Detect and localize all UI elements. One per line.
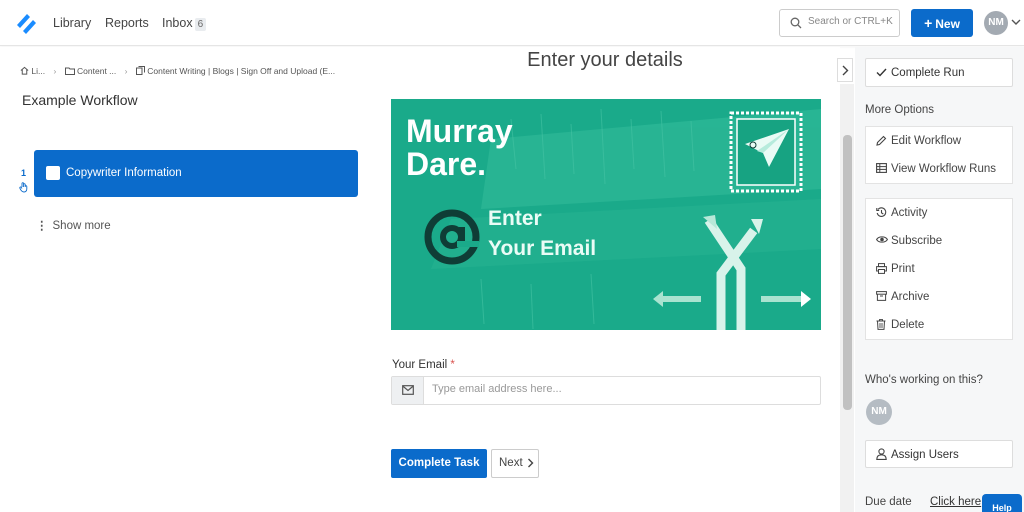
due-date-link[interactable]: Click here (930, 496, 981, 508)
vertical-dots-icon: ⋮ (36, 220, 48, 232)
options-group-actions: Activity Subscribe Print Archive Delete (865, 198, 1013, 340)
folder-icon (64, 67, 75, 75)
chevron-down-icon[interactable] (1011, 19, 1021, 26)
left-panel: Li... › Content ... › Content Writing | … (0, 47, 370, 512)
complete-run-button[interactable]: Complete Run (865, 58, 1013, 87)
chevron-right-icon (842, 65, 849, 76)
next-button-label: Next (499, 457, 523, 469)
table-icon (876, 163, 887, 173)
email-input[interactable] (432, 383, 812, 395)
inbox-label: Inbox (162, 16, 193, 30)
new-button-label: New (935, 17, 960, 31)
options-group-workflow: Edit Workflow View Workflow Runs (865, 126, 1013, 184)
help-button[interactable]: Help (982, 494, 1022, 512)
eye-icon (876, 236, 888, 243)
home-icon[interactable] (20, 66, 29, 75)
who-working-heading: Who's working on this? (865, 374, 983, 386)
chevron-right-icon: › (124, 65, 128, 76)
scrollbar-thumb[interactable] (843, 135, 852, 410)
pencil-icon (876, 135, 887, 146)
breadcrumb-item[interactable]: Content ... (77, 66, 116, 76)
delete-label: Delete (891, 319, 925, 331)
breadcrumb-item[interactable]: Li... (31, 66, 45, 76)
archive-option[interactable]: Archive (866, 283, 1012, 311)
top-navbar: Library Reports Inbox6 +New NM (0, 0, 1024, 46)
email-icon-box (392, 377, 424, 404)
task-form: Enter your details Murray Dare. Enter Yo… (370, 47, 840, 512)
edit-workflow-option[interactable]: Edit Workflow (866, 127, 1012, 155)
archive-label: Archive (891, 291, 930, 303)
view-workflow-runs-label: View Workflow Runs (891, 163, 997, 175)
complete-run-label: Complete Run (891, 67, 965, 79)
print-option[interactable]: Print (866, 255, 1012, 283)
search-icon (790, 17, 802, 29)
chevron-right-icon: › (53, 65, 57, 76)
activity-option[interactable]: Activity (866, 199, 1012, 227)
breadcrumb: Li... › Content ... › Content Writing | … (20, 65, 335, 76)
print-label: Print (891, 263, 915, 275)
assign-users-label: Assign Users (891, 449, 959, 461)
banner-cta-line1: Enter (488, 207, 542, 230)
right-sidebar: Complete Run More Options Edit Workflow … (855, 47, 1024, 512)
assignee-avatar[interactable]: NM (866, 399, 892, 425)
task-label: Copywriter Information (66, 167, 182, 179)
more-options-heading: More Options (865, 104, 935, 116)
task-checkbox[interactable] (46, 166, 60, 180)
user-icon (876, 448, 887, 460)
nav-reports-link[interactable]: Reports (105, 16, 149, 30)
history-icon (876, 207, 887, 217)
nav-inbox-link[interactable]: Inbox 6 (162, 16, 207, 31)
trash-icon (876, 319, 886, 330)
inbox-count-badge: 6 (194, 18, 207, 31)
workflow-title: Example Workflow (22, 92, 138, 108)
email-field-label: Your Email * (392, 359, 455, 371)
plus-icon: + (924, 15, 933, 31)
email-field[interactable] (391, 376, 821, 405)
collapse-sidebar-button[interactable] (837, 58, 853, 82)
subscribe-option[interactable]: Subscribe (866, 227, 1012, 255)
chevron-right-icon (527, 458, 534, 468)
printer-icon (876, 263, 887, 274)
required-asterisk: * (450, 359, 455, 371)
subscribe-label: Subscribe (891, 235, 943, 247)
breadcrumb-item[interactable]: Content Writing | Blogs | Sign Off and U… (147, 66, 335, 76)
user-avatar[interactable]: NM (984, 11, 1008, 35)
banner-title-line1: Murray (406, 113, 513, 149)
email-banner-image: Murray Dare. Enter Your Email (391, 99, 821, 330)
page-heading: Enter your details (527, 49, 683, 71)
email-label-text: Your Email (392, 359, 448, 371)
show-more-link[interactable]: ⋮ Show more (36, 218, 111, 232)
check-icon (876, 68, 887, 77)
nav-library-link[interactable]: Library (53, 16, 91, 30)
due-date-label: Due date (865, 496, 912, 508)
banner-cta-line2: Your Email (488, 237, 597, 260)
complete-task-button[interactable]: Complete Task (391, 449, 487, 478)
archive-icon (876, 291, 887, 301)
assign-users-button[interactable]: Assign Users (865, 440, 1013, 468)
show-more-label: Show more (52, 220, 111, 232)
search-input[interactable] (808, 16, 898, 27)
copy-icon (135, 66, 145, 76)
task-item-copywriter-information[interactable]: Copywriter Information (34, 150, 358, 197)
task-number: 1 (21, 168, 27, 178)
banner-title-line2: Dare. (406, 146, 487, 182)
delete-option[interactable]: Delete (866, 311, 1012, 339)
activity-label: Activity (891, 207, 928, 219)
drag-hand-icon[interactable] (19, 182, 28, 193)
next-button[interactable]: Next (491, 449, 539, 478)
new-button[interactable]: + New (911, 9, 973, 37)
envelope-icon (402, 385, 414, 395)
app-logo-icon[interactable] (15, 11, 39, 35)
view-workflow-runs-option[interactable]: View Workflow Runs (866, 155, 1012, 183)
search-box[interactable] (779, 9, 900, 37)
edit-workflow-label: Edit Workflow (891, 135, 962, 147)
